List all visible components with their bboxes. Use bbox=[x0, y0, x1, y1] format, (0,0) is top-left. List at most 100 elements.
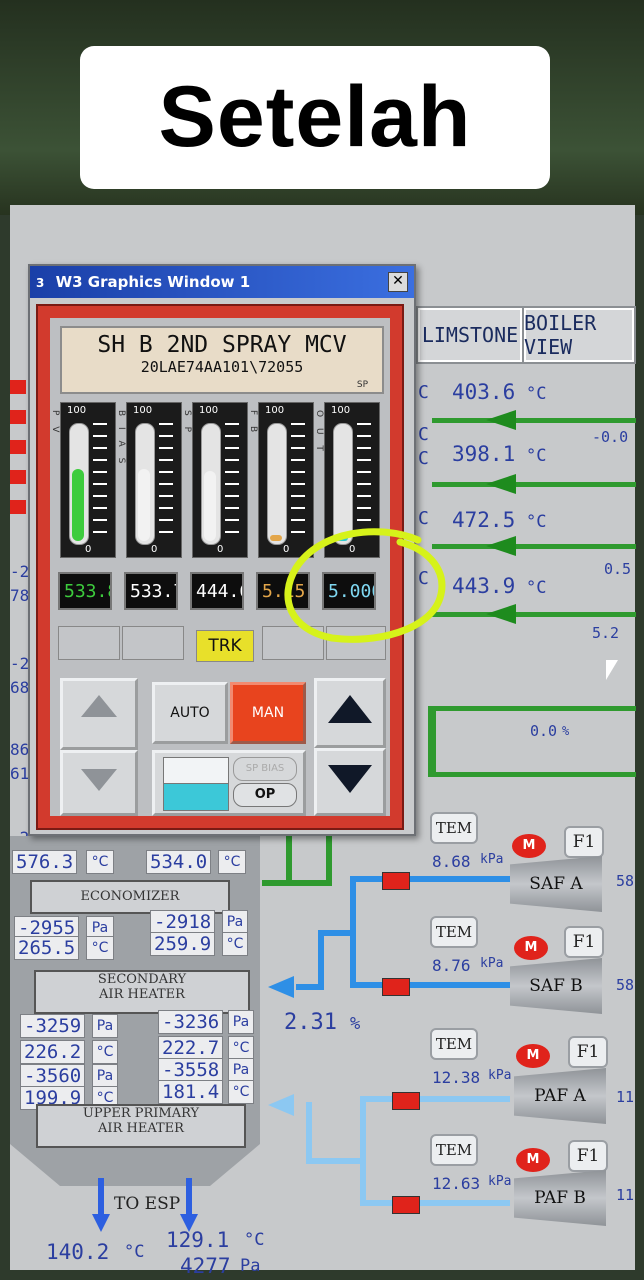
fan-pressure: 8.76 bbox=[432, 956, 471, 975]
temp-value: 265.5 bbox=[14, 936, 80, 960]
overlay-caption: Setelah bbox=[80, 46, 550, 189]
bar-label: P V bbox=[50, 410, 60, 437]
flue-line bbox=[186, 1178, 192, 1218]
window-icon: 3 bbox=[36, 276, 45, 290]
close-button[interactable]: ✕ bbox=[388, 272, 408, 292]
bargraph-bias: 100 0 bbox=[126, 402, 182, 558]
bar-scale bbox=[159, 423, 173, 543]
fan-pressure: 12.63 bbox=[432, 1174, 481, 1193]
sah-label-2: AIR HEATER bbox=[99, 987, 185, 1002]
f1-button[interactable]: F1 bbox=[568, 1036, 608, 1068]
window-title-bar[interactable]: 3 W3 Graphics Window 1 bbox=[30, 266, 414, 298]
air-duct bbox=[296, 984, 320, 990]
tem-button[interactable]: TEM bbox=[430, 812, 478, 844]
pressure-value: -2918 bbox=[150, 910, 216, 934]
esp-temp-unit: °C bbox=[244, 1230, 265, 1250]
edge-value: 68 bbox=[10, 678, 30, 697]
bar-label: F B bbox=[248, 410, 258, 437]
damper-icon[interactable] bbox=[392, 1092, 420, 1110]
temp-unit: °C bbox=[222, 932, 248, 956]
spray-temp: 443.9 bbox=[452, 574, 516, 598]
bar-min: 0 bbox=[217, 544, 224, 555]
fan-pressure-unit: kPa bbox=[488, 1068, 512, 1083]
bar-max: 100 bbox=[199, 405, 219, 416]
bias-down-button[interactable] bbox=[60, 750, 138, 816]
tem-button[interactable]: TEM bbox=[430, 1028, 478, 1060]
f1-button[interactable]: F1 bbox=[564, 926, 604, 958]
esp-temp: 129.1 bbox=[166, 1228, 230, 1252]
fan-paf-b[interactable]: PAF B bbox=[514, 1170, 606, 1226]
steam-line bbox=[432, 544, 636, 549]
fan-pressure-unit: kPa bbox=[480, 956, 504, 971]
temp-value: 226.2 bbox=[20, 1040, 86, 1064]
fan-side-value: 11 bbox=[616, 1186, 635, 1204]
triangle-up-icon bbox=[328, 695, 372, 723]
bar-min: 0 bbox=[85, 544, 92, 555]
pressure-value: -3236 bbox=[158, 1010, 224, 1034]
op-button[interactable]: OP bbox=[233, 783, 297, 807]
fan-pressure-unit: kPa bbox=[488, 1174, 512, 1189]
air-duct bbox=[318, 930, 324, 990]
air-flow-percent: 2.31 bbox=[284, 1010, 337, 1035]
flow-arrow-icon bbox=[486, 536, 516, 556]
bar-max: 100 bbox=[67, 405, 87, 416]
fan-paf-a[interactable]: PAF A bbox=[514, 1068, 606, 1124]
fan-side-value: 11 bbox=[616, 1088, 635, 1106]
sp-readout[interactable]: 444.6 bbox=[190, 572, 244, 610]
f1-button[interactable]: F1 bbox=[568, 1140, 608, 1172]
bias-readout[interactable]: 533.7 bbox=[124, 572, 178, 610]
man-button[interactable]: MAN bbox=[230, 682, 306, 744]
raise-button[interactable] bbox=[314, 678, 386, 748]
motor-icon[interactable]: M bbox=[512, 834, 546, 858]
edge-value: 61 bbox=[10, 764, 30, 783]
motor-icon[interactable]: M bbox=[514, 936, 548, 960]
tem-button[interactable]: TEM bbox=[430, 1134, 478, 1166]
lower-button[interactable] bbox=[314, 748, 386, 816]
motor-icon[interactable]: M bbox=[516, 1044, 550, 1068]
esp-temp-unit: °C bbox=[124, 1242, 145, 1262]
bargraph-sp: 100 0 bbox=[192, 402, 248, 558]
flow-arrow-icon bbox=[486, 604, 516, 624]
damper-icon[interactable] bbox=[382, 872, 410, 890]
valve-output: -0.0 bbox=[592, 428, 629, 446]
spray-temp: 403.6 bbox=[452, 380, 516, 404]
steam-line bbox=[432, 612, 636, 617]
air-flow-unit: % bbox=[350, 1014, 361, 1034]
bargraph-pv: 100 0 bbox=[60, 402, 116, 558]
fan-pressure-unit: kPa bbox=[480, 852, 504, 867]
pv-readout[interactable]: 533.8 bbox=[58, 572, 112, 610]
pressure-unit: Pa bbox=[92, 1064, 118, 1088]
annotation-circle bbox=[284, 528, 446, 643]
sp-bias-button[interactable]: SP BIAS bbox=[233, 757, 297, 781]
spray-c-label: C bbox=[418, 424, 429, 445]
esp-temp: 140.2 bbox=[46, 1240, 110, 1264]
temp-value: 181.4 bbox=[158, 1080, 224, 1104]
f1-button[interactable]: F1 bbox=[564, 826, 604, 858]
temp-value: 534.0 bbox=[146, 850, 212, 874]
fan-saf-b[interactable]: SAF B bbox=[510, 958, 602, 1014]
sah-label-1: SECONDARY bbox=[97, 972, 187, 987]
fan-side-value: 58 bbox=[616, 872, 635, 890]
steam-line bbox=[262, 880, 332, 886]
steam-line bbox=[428, 706, 436, 776]
temp-value: 576.3 bbox=[12, 850, 78, 874]
mode-panel: SP BIAS OP bbox=[152, 750, 306, 816]
fan-saf-a[interactable]: SAF A bbox=[510, 856, 602, 912]
bar-min: 0 bbox=[151, 544, 158, 555]
edge-value: 86 bbox=[10, 740, 30, 759]
down-arrow-icon bbox=[92, 1214, 110, 1232]
auto-button[interactable]: AUTO bbox=[152, 682, 228, 744]
bias-up-button[interactable] bbox=[60, 678, 138, 750]
flue-line bbox=[98, 1178, 104, 1218]
cursor-icon bbox=[606, 660, 618, 680]
temp-unit: °C bbox=[228, 1080, 254, 1104]
air-duct bbox=[360, 1200, 510, 1206]
damper-icon[interactable] bbox=[392, 1196, 420, 1214]
spray-c-label: C bbox=[418, 448, 429, 469]
damper-icon[interactable] bbox=[382, 978, 410, 996]
tem-button[interactable]: TEM bbox=[430, 916, 478, 948]
faceplate-header: SH B 2ND SPRAY MCV 20LAE74AA101\72055 SP bbox=[60, 326, 384, 394]
economizer: ECONOMIZER bbox=[30, 880, 230, 914]
motor-icon[interactable]: M bbox=[516, 1148, 550, 1172]
op-swatch bbox=[163, 783, 229, 811]
